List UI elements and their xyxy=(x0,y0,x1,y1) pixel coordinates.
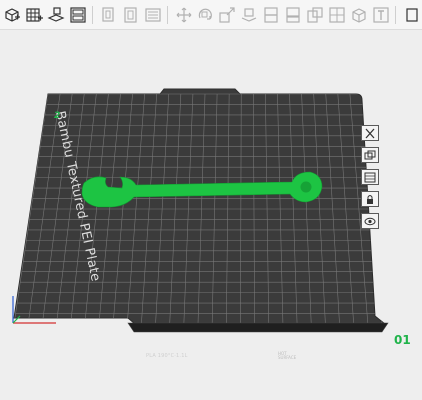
plate-strip-warning: HOT SURFACE xyxy=(278,352,296,360)
plate-strip-text: PLA 190°C·1.1L xyxy=(146,353,188,359)
close-plate-button[interactable] xyxy=(361,125,379,141)
plate-bottom-strip xyxy=(127,322,389,333)
plate-number[interactable]: 01 xyxy=(394,333,411,347)
toolbar-separator xyxy=(166,5,168,24)
cut-icon[interactable] xyxy=(261,5,281,25)
build-plate-scene: Bambu Textured PEI Plate xyxy=(12,88,389,333)
more-icon[interactable] xyxy=(402,5,422,25)
arrange-icon xyxy=(364,150,376,159)
top-toolbar xyxy=(0,0,422,30)
orient-icon[interactable] xyxy=(46,5,66,25)
boolean-icon[interactable] xyxy=(327,5,347,25)
measure-icon[interactable] xyxy=(371,5,391,25)
text-icon[interactable] xyxy=(349,5,369,25)
plate-settings-button[interactable] xyxy=(361,213,379,229)
lock-icon xyxy=(367,194,373,204)
toolbar-separator xyxy=(91,5,93,24)
arrange-plate-button[interactable] xyxy=(361,147,379,163)
lay-on-face-icon[interactable] xyxy=(239,5,259,25)
3d-viewport[interactable]: Bambu Textured PEI Plate 2 01 PLA 190°C·… xyxy=(0,30,422,400)
rotate-icon[interactable] xyxy=(196,5,216,25)
paste-icon[interactable] xyxy=(121,5,141,25)
plate-corner-mark: 2 xyxy=(54,111,61,121)
grid-plate-icon[interactable] xyxy=(24,5,44,25)
list-icon[interactable] xyxy=(143,5,163,25)
settings-eye-icon xyxy=(364,217,376,225)
slice-plate-button[interactable] xyxy=(361,169,379,185)
seam-paint-icon[interactable] xyxy=(305,5,325,25)
move-icon[interactable] xyxy=(174,5,194,25)
scale-icon[interactable] xyxy=(217,5,237,25)
support-paint-icon[interactable] xyxy=(283,5,303,25)
plate-strip-warning-line2: SURFACE xyxy=(278,355,297,360)
lock-plate-button[interactable] xyxy=(361,191,379,207)
add-cube-icon[interactable] xyxy=(2,5,22,25)
layout-icon[interactable] xyxy=(68,5,88,25)
plate-tools xyxy=(361,125,379,235)
close-icon xyxy=(365,128,375,138)
toolbar-separator xyxy=(394,5,396,24)
slice-plate-icon xyxy=(364,172,376,182)
copy-icon[interactable] xyxy=(99,5,119,25)
